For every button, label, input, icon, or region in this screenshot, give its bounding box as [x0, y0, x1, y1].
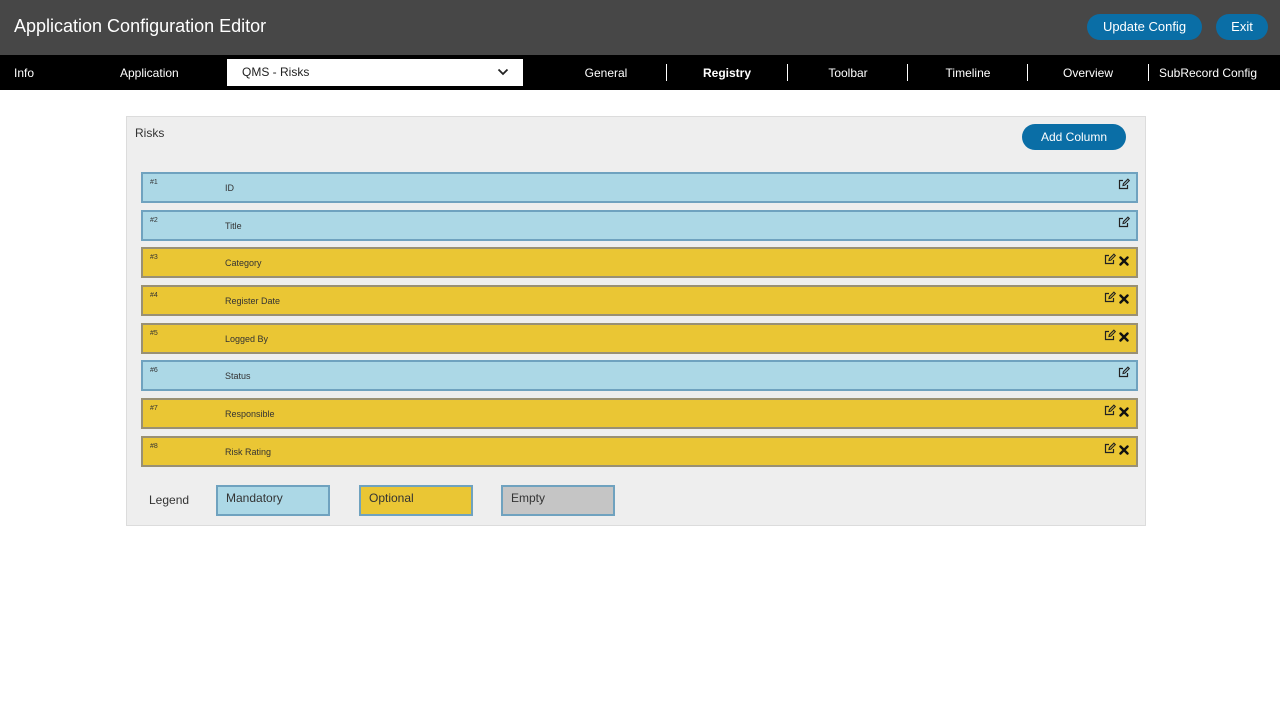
application-select-value: QMS - Risks [242, 65, 310, 79]
delete-icon[interactable] [1119, 291, 1131, 304]
column-label: Register Date [225, 296, 281, 307]
column-label: Responsible [225, 409, 275, 420]
delete-icon[interactable] [1119, 329, 1131, 342]
nav-bar: Info Application QMS - Risks General Reg… [0, 55, 1280, 90]
column-number: #3 [150, 254, 158, 262]
column-row[interactable]: #1 ID [141, 172, 1138, 203]
column-row[interactable]: #2 Title [141, 209, 1138, 241]
registry-panel: Risks Add Column #1 ID #2 Title #3 Category #4… [126, 116, 1146, 526]
column-number: #5 [150, 329, 158, 337]
edit-icon[interactable] [1118, 365, 1131, 378]
row-actions [1102, 252, 1132, 267]
column-number: #4 [150, 292, 158, 300]
title-bar: Application Configuration Editor Update … [0, 0, 1280, 55]
edit-icon[interactable] [1104, 403, 1117, 416]
delete-icon[interactable] [1119, 404, 1131, 417]
exit-button[interactable]: Exit [1216, 14, 1268, 40]
column-number: #6 [150, 367, 158, 375]
column-row[interactable]: #5 Logged By [141, 322, 1138, 354]
column-number: #1 [150, 179, 158, 186]
add-column-button[interactable]: Add Column [1022, 124, 1126, 150]
tab-toolbar[interactable]: Toolbar [788, 66, 908, 80]
row-actions [1102, 328, 1132, 342]
chevron-down-icon [497, 68, 509, 76]
column-row[interactable]: #8 Risk Rating [141, 435, 1138, 467]
row-actions [1116, 215, 1132, 229]
update-config-button[interactable]: Update Config [1087, 14, 1202, 40]
column-label: Title [225, 220, 242, 231]
panel-title: Risks [135, 126, 165, 140]
application-select[interactable]: QMS - Risks [227, 59, 523, 86]
nav-info[interactable]: Info [14, 66, 34, 80]
nav-application-label: Application [120, 66, 179, 80]
column-label: Logged By [225, 333, 269, 344]
column-row[interactable]: #7 Responsible [141, 398, 1138, 430]
row-actions [1102, 441, 1132, 455]
legend-optional: Optional [359, 485, 473, 516]
column-row[interactable]: #3 Category [141, 247, 1138, 279]
column-number: #8 [150, 442, 158, 450]
row-actions [1102, 403, 1132, 417]
tab-subrecord-config[interactable]: SubRecord Config [1149, 66, 1267, 80]
tab-registry[interactable]: Registry [667, 66, 787, 80]
column-label: Risk Rating [225, 446, 272, 457]
row-actions [1116, 365, 1132, 379]
row-actions [1102, 290, 1132, 304]
column-label: Category [225, 258, 262, 269]
column-number: #7 [150, 405, 158, 413]
edit-icon[interactable] [1104, 328, 1117, 340]
delete-icon[interactable] [1119, 442, 1131, 455]
edit-icon[interactable] [1104, 290, 1117, 303]
edit-icon[interactable] [1104, 252, 1117, 265]
legend-empty: Empty [501, 485, 615, 516]
edit-icon[interactable] [1118, 215, 1131, 227]
tab-overview[interactable]: Overview [1028, 66, 1148, 80]
column-row[interactable]: #6 Status [141, 360, 1138, 392]
column-label: ID [225, 183, 234, 193]
column-label: Status [225, 371, 251, 382]
delete-icon[interactable] [1119, 253, 1131, 267]
app-title: Application Configuration Editor [14, 16, 267, 36]
legend-label: Legend [149, 493, 190, 507]
column-number: #2 [150, 216, 158, 224]
row-actions [1116, 177, 1132, 191]
edit-icon[interactable] [1104, 441, 1117, 453]
edit-icon[interactable] [1118, 177, 1131, 190]
legend-mandatory: Mandatory [216, 485, 330, 516]
tab-timeline[interactable]: Timeline [908, 66, 1028, 80]
column-row[interactable]: #4 Register Date [141, 285, 1138, 317]
column-list: #1 ID #2 Title #3 Category #4 Register Date #5 Lo… [141, 172, 1138, 474]
tab-general[interactable]: General [546, 66, 666, 80]
